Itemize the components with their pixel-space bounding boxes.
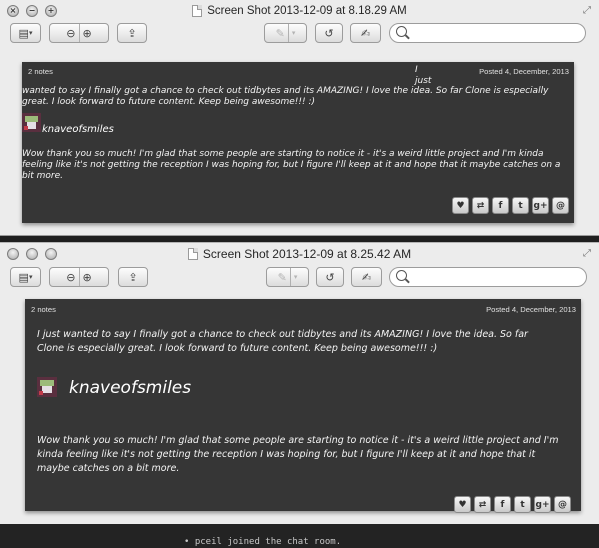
search-field[interactable] bbox=[389, 267, 587, 287]
facebook-icon[interactable]: f bbox=[492, 197, 509, 214]
rotate-button[interactable]: ↺ bbox=[316, 267, 344, 287]
sidebar-icon: ▤ bbox=[18, 26, 29, 40]
reblog-icon[interactable]: ⇄ bbox=[474, 496, 491, 513]
preview-window-1: × − + Screen Shot 2013-12-09 at 8.18.29 … bbox=[0, 0, 599, 236]
fullscreen-icon[interactable]: ⤢ bbox=[583, 248, 591, 259]
rotate-icon: ↺ bbox=[325, 270, 335, 284]
reply-text: Wow thank you so much! I'm glad that som… bbox=[22, 149, 561, 181]
zoom-in-icon[interactable]: ⊕ bbox=[83, 271, 92, 284]
sidebar-icon: ▤ bbox=[18, 270, 29, 284]
edit-button[interactable]: ✍ bbox=[350, 23, 381, 43]
minimize-button[interactable] bbox=[26, 248, 38, 260]
twitter-icon[interactable]: t bbox=[514, 496, 531, 513]
search-icon bbox=[396, 26, 407, 37]
notes-count[interactable]: 2 notes bbox=[31, 305, 56, 314]
search-icon bbox=[396, 270, 407, 281]
zoom-out-icon[interactable]: ⊖ bbox=[66, 271, 75, 284]
tumblr-icon[interactable]: @ bbox=[554, 496, 571, 513]
heart-icon[interactable]: ♥ bbox=[452, 197, 469, 214]
post-date: Posted 4, December, 2013 bbox=[486, 305, 576, 314]
zoom-controls: ⊖ ⊕ bbox=[49, 23, 109, 43]
edit-button[interactable]: ✍ bbox=[351, 267, 382, 287]
fullscreen-icon[interactable]: ⤢ bbox=[583, 5, 591, 16]
minimize-button[interactable]: − bbox=[26, 5, 38, 17]
zoom-button[interactable]: + bbox=[45, 5, 57, 17]
username[interactable]: knaveofsmiles bbox=[42, 124, 114, 135]
document-icon bbox=[187, 248, 198, 260]
chevron-down-icon: ▾ bbox=[293, 273, 298, 281]
username[interactable]: knaveofsmiles bbox=[69, 378, 191, 398]
post-card: 2 notes Posted 4, December, 2013 I just … bbox=[22, 62, 574, 223]
edit-icon: ✍ bbox=[361, 270, 372, 284]
toolbar: ▤ ▾ ⊖ ⊕ ⇪ ✎ ▾ ↺ ✍ bbox=[0, 265, 599, 289]
terminal-line: • pceil joined the chat room. bbox=[184, 537, 342, 547]
zoom-out-icon[interactable]: ⊖ bbox=[66, 27, 75, 40]
zoom-controls: ⊖ ⊕ bbox=[49, 267, 109, 287]
view-menu-button[interactable]: ▤ ▾ bbox=[10, 267, 41, 287]
background-terminal: • pceil joined the chat room. bbox=[0, 524, 599, 548]
ask-message: wanted to say I finally got a chance to … bbox=[22, 86, 549, 107]
google-plus-icon[interactable]: g+ bbox=[534, 496, 551, 513]
post-date: Posted 4, December, 2013 bbox=[479, 67, 569, 76]
facebook-icon[interactable]: f bbox=[494, 496, 511, 513]
avatar[interactable] bbox=[22, 113, 41, 132]
tumblr-icon[interactable]: @ bbox=[552, 197, 569, 214]
ask-message: I just wanted to say I finally got a cha… bbox=[37, 329, 528, 354]
reblog-icon[interactable]: ⇄ bbox=[472, 197, 489, 214]
notes-count[interactable]: 2 notes bbox=[28, 67, 53, 76]
twitter-icon[interactable]: t bbox=[512, 197, 529, 214]
share-icon: ⇪ bbox=[128, 270, 138, 284]
zoom-in-icon[interactable]: ⊕ bbox=[83, 27, 92, 40]
preview-window-2: Screen Shot 2013-12-09 at 8.25.42 AM ⤢ ▤… bbox=[0, 242, 599, 524]
close-button[interactable]: × bbox=[7, 5, 19, 17]
markup-button[interactable]: ✎ ▾ bbox=[266, 267, 309, 287]
share-buttons: ♥ ⇄ f t g+ @ bbox=[452, 197, 569, 214]
reply-text: Wow thank you so much! I'm glad that som… bbox=[37, 435, 559, 474]
chevron-down-icon: ▾ bbox=[291, 29, 296, 37]
title-bar: × − + Screen Shot 2013-12-09 at 8.18.29 … bbox=[0, 0, 599, 22]
google-plus-icon[interactable]: g+ bbox=[532, 197, 549, 214]
document-icon bbox=[192, 5, 203, 17]
rotate-icon: ↺ bbox=[324, 26, 334, 40]
markup-button[interactable]: ✎ ▾ bbox=[264, 23, 307, 43]
title-bar: Screen Shot 2013-12-09 at 8.25.42 AM ⤢ bbox=[0, 243, 599, 265]
pen-icon: ✎ bbox=[277, 270, 287, 284]
rotate-button[interactable]: ↺ bbox=[315, 23, 343, 43]
pen-icon: ✎ bbox=[275, 26, 285, 40]
edit-icon: ✍ bbox=[360, 26, 371, 40]
avatar[interactable] bbox=[37, 377, 57, 397]
window-title: Screen Shot 2013-12-09 at 8.25.42 AM bbox=[202, 247, 412, 261]
message-fragment: I bbox=[415, 65, 418, 75]
search-field[interactable] bbox=[389, 23, 586, 43]
view-menu-button[interactable]: ▤ ▾ bbox=[10, 23, 41, 43]
window-title: Screen Shot 2013-12-09 at 8.18.29 AM bbox=[207, 5, 407, 17]
zoom-button[interactable] bbox=[45, 248, 57, 260]
heart-icon[interactable]: ♥ bbox=[454, 496, 471, 513]
share-button[interactable]: ⇪ bbox=[117, 23, 147, 43]
post-card: 2 notes Posted 4, December, 2013 I just … bbox=[25, 299, 581, 513]
chevron-down-icon: ▾ bbox=[28, 29, 33, 37]
share-icon: ⇪ bbox=[127, 26, 137, 40]
share-buttons: ♥ ⇄ f t g+ @ bbox=[454, 496, 571, 513]
toolbar: ▤ ▾ ⊖ ⊕ ⇪ ✎ ▾ ↺ ✍ bbox=[0, 22, 599, 46]
close-button[interactable] bbox=[7, 248, 19, 260]
chevron-down-icon: ▾ bbox=[28, 273, 33, 281]
share-button[interactable]: ⇪ bbox=[118, 267, 148, 287]
